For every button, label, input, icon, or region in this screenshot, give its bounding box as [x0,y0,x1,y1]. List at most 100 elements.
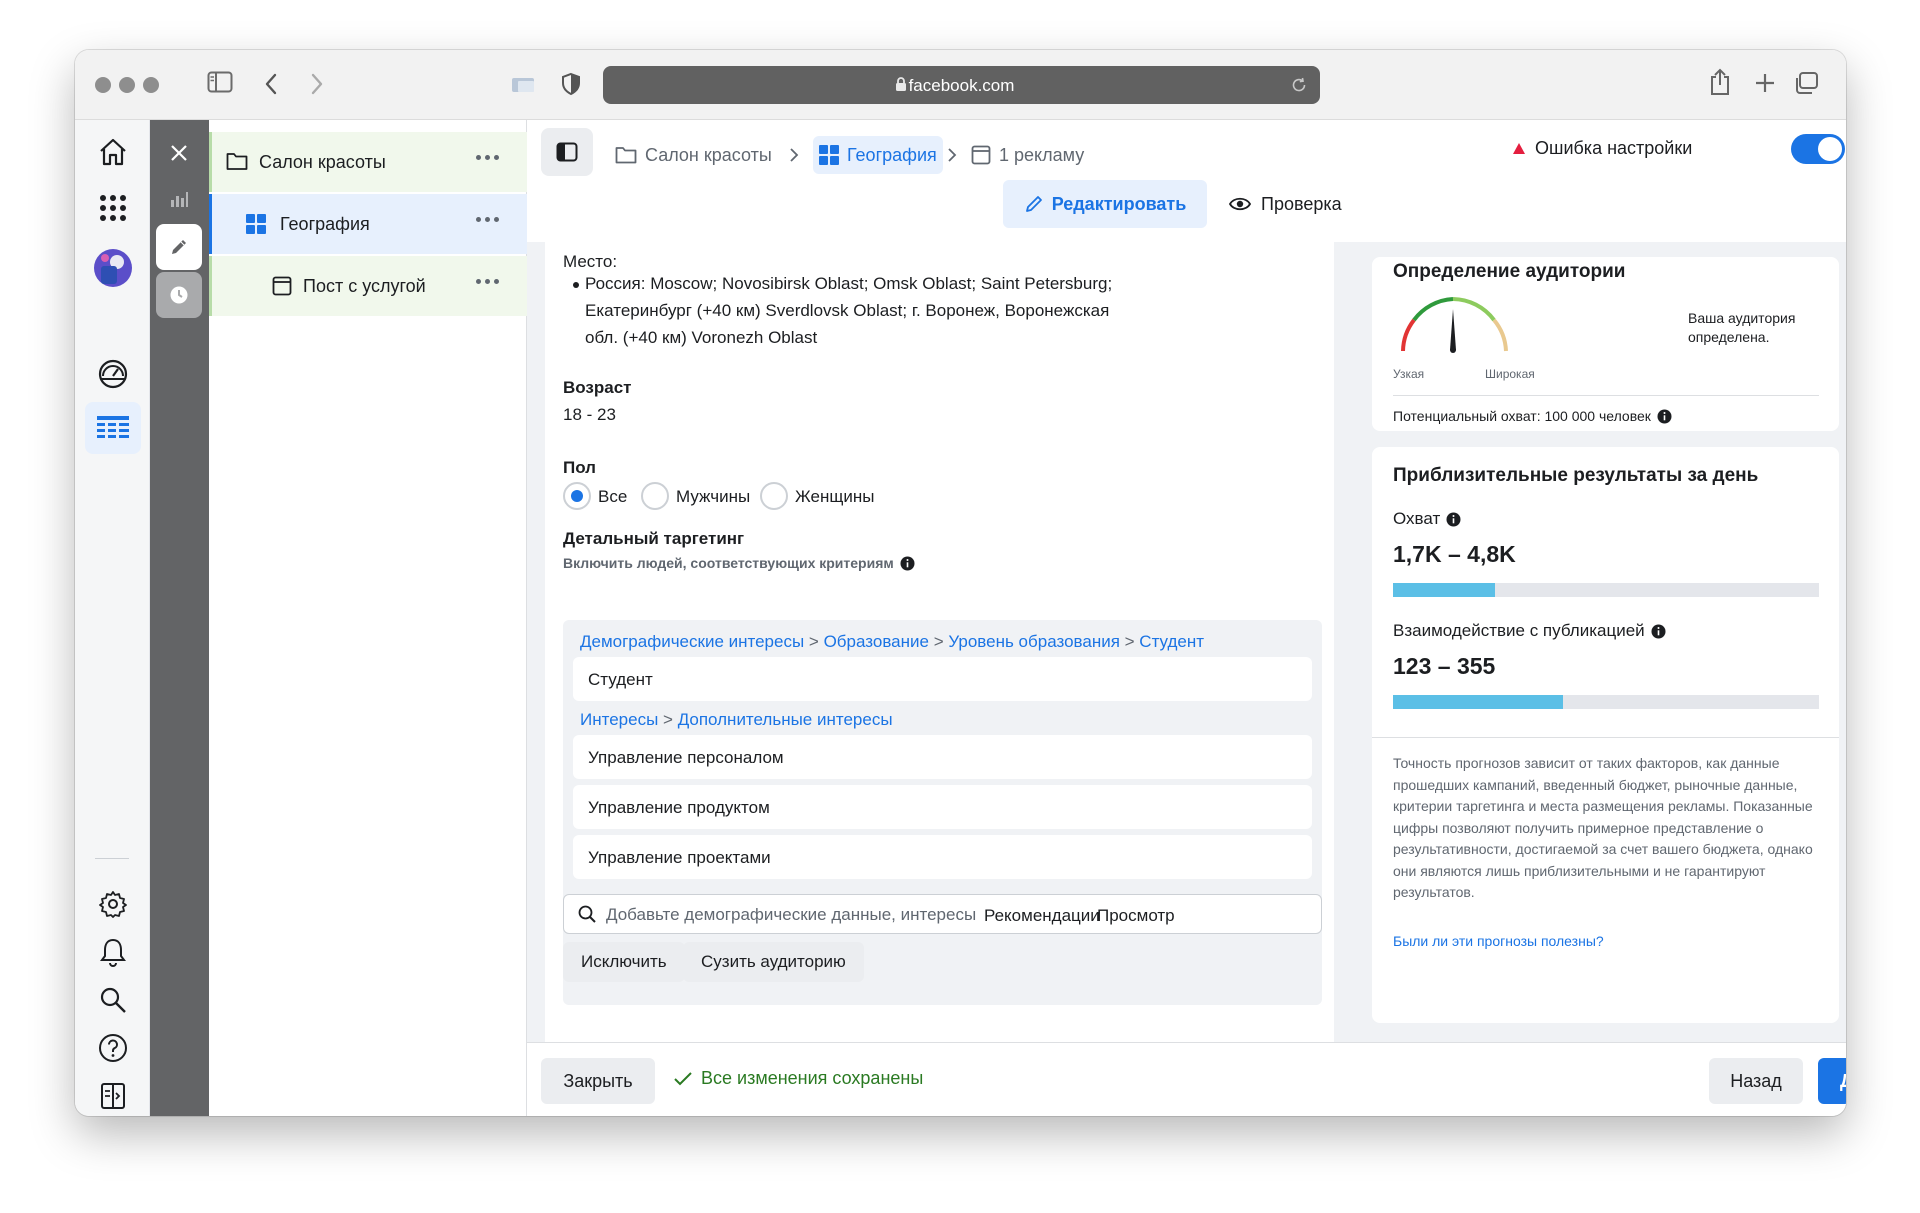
edit-mode-label: Редактировать [1051,193,1187,214]
edit-mode-button[interactable]: Редактировать [1003,180,1207,228]
browser-window: facebook.com Салон красоты География Пос… [75,50,1846,1116]
gender-radio-male[interactable] [641,482,669,510]
panel-toggle-icon [556,142,578,162]
more-options-icon[interactable] [476,217,499,222]
path-link[interactable]: Студент [1139,632,1204,651]
gender-option-label: Мужчины [676,487,751,506]
gauge-broad-label: Широкая [1485,367,1535,381]
pencil-icon [1025,196,1042,212]
engagement-label-row: Взаимодействие с публикацией [1393,621,1666,641]
next-button[interactable]: Далее [1818,1058,1846,1104]
dashboard-gauge-icon[interactable] [93,354,133,394]
home-icon[interactable] [93,132,133,172]
estimates-title: Приблизительные результаты за день [1393,465,1759,486]
editor-header: Салон красоты География 1 рекламу Ошибка… [527,120,1846,242]
panel-toggle-button[interactable] [541,128,593,176]
close-button[interactable]: Закрыть [541,1058,655,1104]
location-line: Екатеринбург (+40 км) Sverdlovsk Oblast;… [585,301,1110,320]
sidebar-toggle-icon[interactable] [207,71,233,93]
adset-grid-icon [819,145,839,165]
engagement-label: Взаимодействие с публикацией [1393,621,1645,640]
targeting-item[interactable]: Управление продуктом [573,785,1312,829]
history-clock-icon[interactable] [156,272,202,318]
ad-toggle-switch[interactable] [1791,134,1845,164]
narrow-audience-button[interactable]: Сузить аудиторию [683,942,864,982]
search-input[interactable]: Добавьте демографические данные, интерес… [606,905,976,925]
browse-link[interactable]: Просмотр [1097,906,1175,926]
forecast-feedback-link[interactable]: Были ли эти прогнозы полезны? [1393,933,1604,949]
path-link[interactable]: Демографические интересы [580,632,804,651]
breadcrumb-adset[interactable]: География [813,136,943,174]
potential-reach: Потенциальный охват: 100 000 человек [1393,408,1672,424]
new-tab-icon[interactable] [1754,72,1776,94]
breadcrumb-campaign[interactable]: Салон красоты [615,136,772,174]
chart-icon[interactable] [156,176,202,222]
tree-item-adset[interactable]: География [209,194,527,254]
minimize-window-button[interactable] [119,77,135,93]
info-icon [900,556,915,570]
help-icon[interactable] [93,1028,133,1068]
forward-arrow-icon[interactable] [309,72,325,96]
edit-pencil-icon[interactable] [156,224,202,270]
location-line: обл. (+40 км) Voronezh Oblast [585,328,818,347]
audience-title: Определение аудитории [1393,261,1626,282]
report-panel-icon[interactable] [93,1076,133,1116]
settings-gear-icon[interactable] [93,884,133,924]
all-tools-icon[interactable] [93,188,133,228]
more-options-icon[interactable] [476,155,499,160]
tool-strip [150,120,209,1116]
breadcrumb-ad[interactable]: 1 рекламу [971,136,1084,174]
chevron-right-icon [789,147,799,163]
tree-item-ad[interactable]: Пост с услугой [209,256,527,316]
address-bar[interactable]: facebook.com [603,66,1320,104]
targeting-sublabel: Включить людей, соответствующих критерия… [563,555,915,571]
targeting-sublabel-text: Включить людей, соответствующих критерия… [563,555,894,571]
path-link[interactable]: Уровень образования [948,632,1120,651]
browser-toolbar: facebook.com [75,50,1846,120]
targeting-path-interests: Интересы > Дополнительные интересы [580,710,893,729]
path-link[interactable]: Дополнительные интересы [678,710,893,729]
privacy-shield-icon[interactable] [561,72,581,96]
setup-error-status[interactable]: Ошибка настройки [1513,138,1692,159]
daily-results-card: Приблизительные результаты за день Охват… [1372,447,1839,1023]
gender-radio-female[interactable] [760,482,788,510]
notifications-bell-icon[interactable] [93,932,133,972]
back-arrow-icon[interactable] [263,72,279,96]
zoom-window-button[interactable] [143,77,159,93]
search-icon[interactable] [93,980,133,1020]
targeting-item[interactable]: Студент [573,657,1312,701]
more-options-icon[interactable] [476,279,499,284]
rail-divider [95,858,129,859]
gender-option-label: Женщины [795,487,875,506]
targeting-item[interactable]: Управление проектами [573,835,1312,879]
account-avatar[interactable] [93,248,133,288]
tabs-overview-icon[interactable] [1793,71,1819,95]
gender-radio-all[interactable] [563,482,591,510]
extension-icon[interactable] [511,75,537,95]
info-icon [1446,512,1461,526]
tree-item-label: Салон красоты [259,152,386,172]
folder-icon [226,151,248,171]
recommendations-link[interactable]: Рекомендации [984,906,1100,926]
reach-value: 1,7K – 4,8K [1393,541,1516,567]
save-status-text: Все изменения сохранены [701,1068,924,1088]
preview-mode-button[interactable]: Проверка [1229,180,1342,228]
exclude-button[interactable]: Исключить [563,942,685,982]
reload-icon[interactable] [1290,76,1308,94]
toggle-knob [1818,137,1842,161]
ads-manager-table-icon[interactable] [85,402,141,454]
engagement-bar-fill [1393,695,1564,709]
tree-item-campaign[interactable]: Салон красоты [209,132,527,192]
footer-bar: Закрыть Все изменения сохранены Назад Да… [527,1042,1846,1116]
location-label: Место: [563,252,618,271]
path-link[interactable]: Интересы [580,710,658,729]
share-icon[interactable] [1709,68,1731,96]
close-panel-button[interactable] [156,130,202,176]
close-window-button[interactable] [95,77,111,93]
breadcrumb-ad-label: 1 рекламу [999,144,1085,165]
path-link[interactable]: Образование [824,632,929,651]
divider [1372,737,1839,738]
targeting-item[interactable]: Управление персоналом [573,735,1312,779]
back-button[interactable]: Назад [1709,1058,1803,1104]
adset-form: Место: Россия: Moscow; Novosibirsk Oblas… [545,242,1334,1042]
